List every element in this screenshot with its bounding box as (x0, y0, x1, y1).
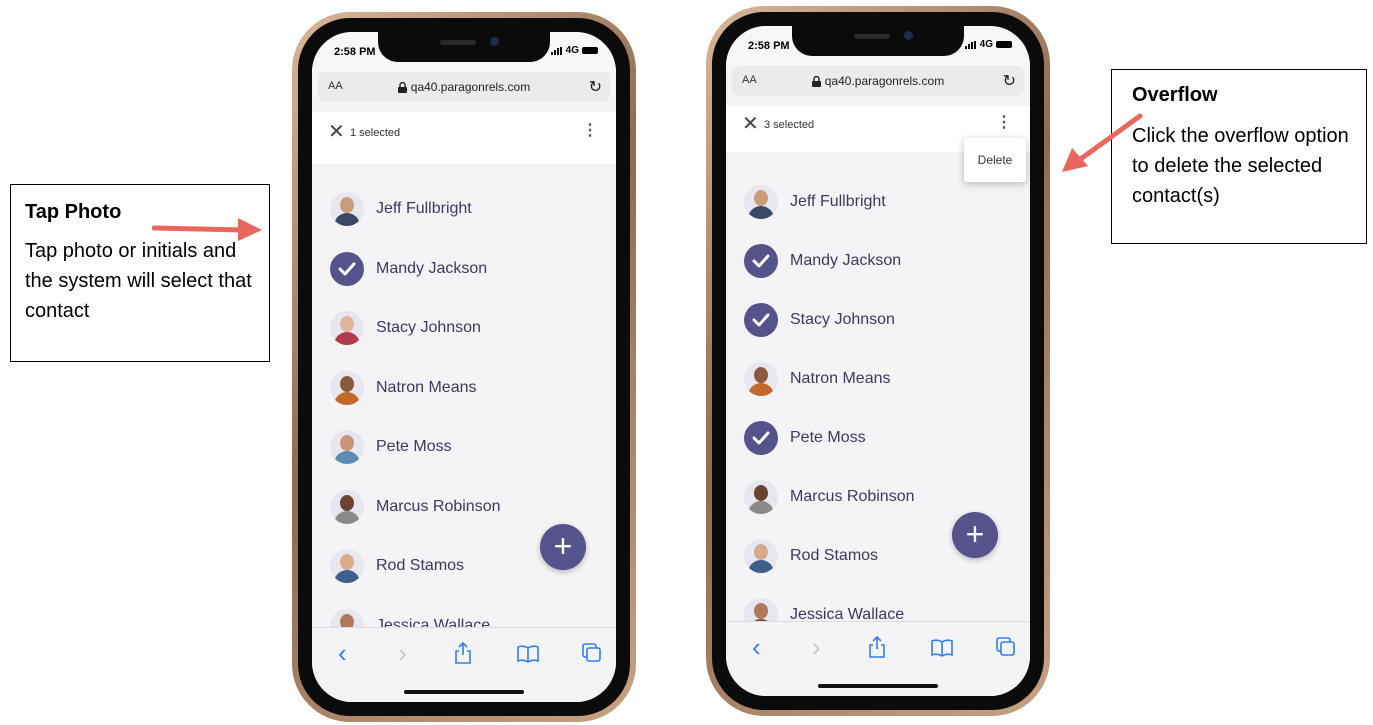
close-selection-icon[interactable]: ✕ (742, 114, 759, 134)
overflow-menu-icon[interactable]: ⋮ (996, 115, 1012, 131)
forward-icon[interactable]: › (812, 632, 821, 663)
back-icon[interactable]: ‹ (338, 638, 347, 669)
avatar[interactable] (744, 539, 778, 573)
tabs-icon[interactable] (996, 637, 1016, 657)
add-contact-button[interactable]: + (952, 512, 998, 558)
home-indicator (404, 690, 524, 694)
tap-photo-callout: Tap Photo Tap photo or initials and the … (10, 184, 270, 362)
notch (378, 32, 550, 62)
overflow-menu-icon[interactable]: ⋮ (582, 123, 598, 139)
forward-icon[interactable]: › (398, 638, 407, 669)
selected-count: 1 selected (350, 127, 401, 139)
address-bar[interactable]: AA qa40.paragonrels.com ↻ (318, 72, 610, 102)
avatar[interactable] (330, 489, 364, 524)
network-label: 4G (565, 45, 579, 56)
avatar[interactable] (744, 185, 778, 219)
avatar[interactable] (330, 311, 364, 345)
contact-name: Mandy Jackson (790, 252, 902, 269)
phone-frame-right: 2:58 PM 4G AA qa40.paragonrels.com ↻ ✕ 3… (706, 6, 1050, 716)
home-indicator (818, 684, 938, 688)
avatar[interactable] (330, 370, 364, 405)
lock-icon (397, 82, 407, 94)
contact-row[interactable]: Natron Means (330, 368, 477, 408)
add-contact-button[interactable]: + (540, 524, 586, 570)
contact-row[interactable]: Mandy Jackson (744, 241, 901, 281)
selected-check-icon[interactable] (744, 421, 778, 455)
address-bar[interactable]: AA qa40.paragonrels.com ↻ (732, 66, 1024, 96)
selected-check-icon[interactable] (330, 251, 364, 286)
url-text[interactable]: qa40.paragonrels.com (732, 74, 1024, 88)
avatar[interactable] (744, 480, 778, 514)
share-icon[interactable] (454, 642, 472, 664)
bookmarks-icon[interactable] (931, 639, 953, 657)
signal-icon (550, 46, 562, 55)
contact-row[interactable]: Stacy Johnson (330, 308, 481, 348)
contact-row[interactable]: Stacy Johnson (744, 300, 895, 340)
contact-row[interactable]: Natron Means (744, 359, 891, 399)
callout-title: Overflow (1132, 84, 1218, 106)
contact-name: Natron Means (790, 370, 891, 387)
contact-name: Jeff Fullbright (790, 193, 886, 210)
network-status: 4G (550, 45, 598, 56)
network-status: 4G (964, 39, 1012, 50)
contact-name: Mandy Jackson (376, 259, 488, 277)
back-icon[interactable]: ‹ (752, 632, 761, 663)
contact-row[interactable]: Rod Stamos (744, 536, 878, 576)
contact-name: Pete Moss (376, 438, 452, 455)
phone-screen: 2:58 PM 4G AA qa40.paragonrels.com ↻ ✕ 3… (726, 26, 1030, 696)
share-icon[interactable] (868, 636, 886, 658)
close-selection-icon[interactable]: ✕ (328, 122, 345, 142)
contact-name: Stacy Johnson (376, 319, 481, 336)
browser-toolbar: ‹ › (726, 621, 1030, 696)
selected-check-icon[interactable] (744, 303, 778, 337)
right-arrow-icon (1062, 113, 1143, 172)
contact-row[interactable]: Marcus Robinson (330, 487, 501, 527)
overflow-menu-delete[interactable]: Delete (964, 138, 1026, 182)
phone-screen: 2:58 PM 4G AA qa40.paragonrels.com ↻ ✕ 1… (312, 32, 616, 702)
url-label: qa40.paragonrels.com (824, 74, 945, 88)
battery-icon (996, 41, 1012, 48)
contact-name: Jeff Fullbright (376, 200, 472, 217)
contact-row[interactable]: Marcus Robinson (744, 477, 915, 517)
avatar[interactable] (330, 549, 364, 583)
status-time: 2:58 PM (334, 46, 376, 58)
reload-icon[interactable]: ↻ (1003, 71, 1016, 91)
battery-icon (582, 47, 598, 54)
selection-bar: ✕ 1 selected ⋮ (312, 112, 616, 164)
contact-row[interactable]: Pete Moss (330, 427, 452, 467)
browser-toolbar: ‹ › (312, 627, 616, 702)
contact-row[interactable]: Pete Moss (744, 418, 866, 458)
contact-row[interactable]: Jeff Fullbright (744, 182, 886, 222)
status-time: 2:58 PM (748, 40, 790, 52)
phone-frame-left: 2:58 PM 4G AA qa40.paragonrels.com ↻ ✕ 1… (292, 12, 636, 722)
overflow-callout: Overflow Click the overflow option to de… (1111, 69, 1367, 244)
contact-name: Rod Stamos (376, 557, 465, 574)
avatar[interactable] (744, 362, 778, 396)
signal-icon (964, 40, 976, 49)
avatar[interactable] (330, 430, 364, 464)
tabs-icon[interactable] (582, 643, 602, 663)
reload-icon[interactable]: ↻ (589, 77, 602, 97)
notch (792, 26, 964, 56)
callout-body: Click the overflow option to delete the … (1132, 125, 1349, 207)
selected-count: 3 selected (764, 119, 815, 131)
network-label: 4G (979, 39, 993, 50)
lock-icon (811, 76, 821, 88)
contact-name: Rod Stamos (790, 547, 879, 564)
left-arrow-icon (152, 218, 262, 241)
contact-row[interactable]: Rod Stamos (330, 546, 464, 586)
bookmarks-icon[interactable] (517, 645, 539, 663)
selected-check-icon[interactable] (744, 244, 778, 278)
url-text[interactable]: qa40.paragonrels.com (318, 80, 610, 94)
contact-name: Marcus Robinson (790, 488, 915, 505)
avatar[interactable] (330, 192, 364, 226)
callout-body: Tap photo or initials and the system wil… (25, 240, 252, 322)
contact-name: Marcus Robinson (376, 497, 501, 515)
contact-name: Pete Moss (790, 429, 866, 446)
contact-row[interactable]: Mandy Jackson (330, 249, 487, 289)
contact-name: Stacy Johnson (790, 311, 895, 328)
contact-row[interactable]: Jeff Fullbright (330, 189, 472, 229)
url-label: qa40.paragonrels.com (410, 80, 531, 94)
contact-name: Natron Means (376, 378, 477, 396)
